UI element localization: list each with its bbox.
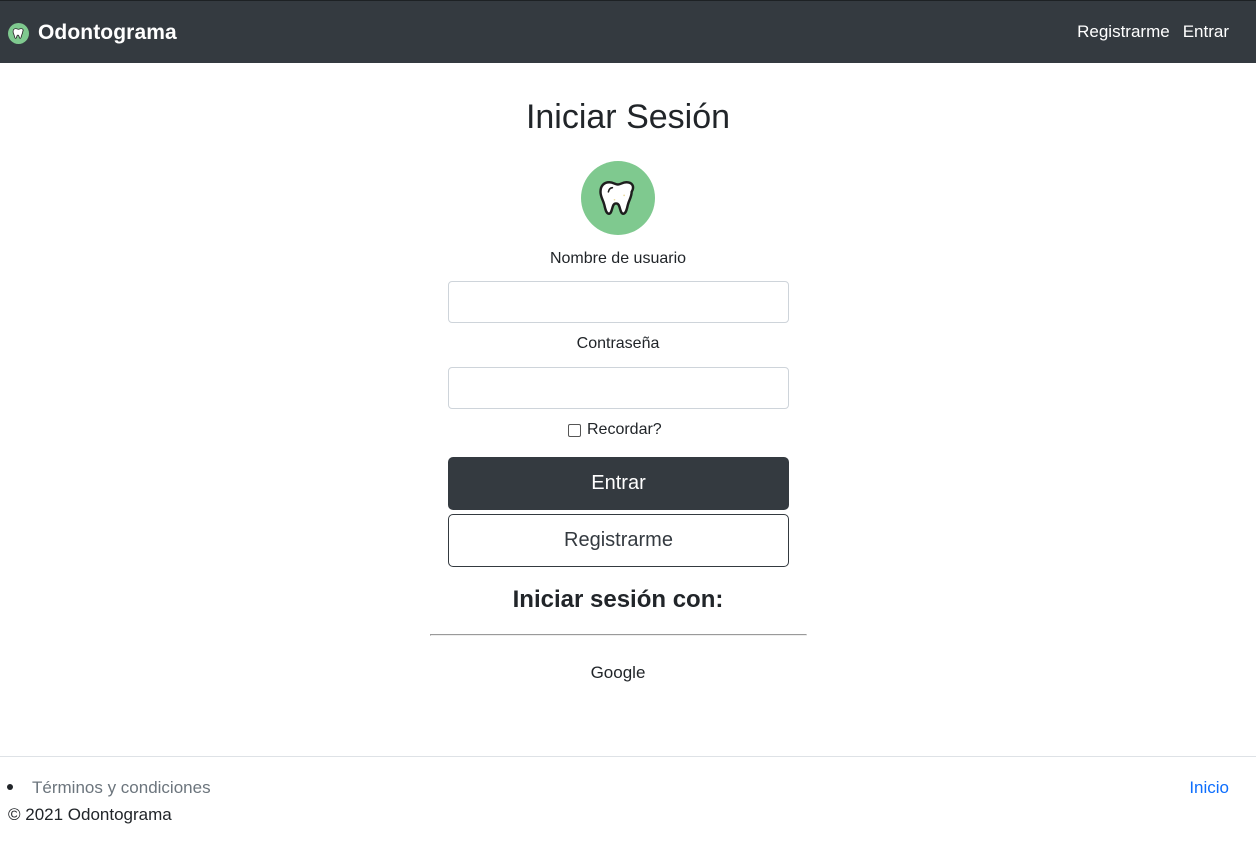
nav-register-link[interactable]: Registrarme (1077, 22, 1170, 42)
home-link[interactable]: Inicio (1189, 778, 1229, 798)
nav-login-link[interactable]: Entrar (1183, 22, 1229, 42)
brand-name: Odontograma (38, 21, 177, 44)
register-button[interactable]: Registrarme (448, 514, 789, 567)
password-input[interactable] (448, 367, 789, 409)
login-button[interactable]: Entrar (448, 457, 789, 510)
remember-label: Recordar? (587, 421, 662, 438)
divider (430, 634, 807, 636)
page-title: Iniciar Sesión (525, 98, 731, 136)
bullet (7, 784, 13, 790)
google-login-link[interactable]: Google (0, 663, 1236, 683)
remember-checkbox-group: Recordar? (568, 421, 662, 439)
tooth-icon (8, 22, 29, 44)
username-label: Nombre de usuario (549, 250, 687, 267)
terms-link[interactable]: Términos y condiciones (32, 778, 211, 798)
brand-link[interactable]: Odontograma (8, 21, 177, 45)
nav-links: Registrarme Entrar (1077, 22, 1229, 42)
copyright-text: © 2021 Odontograma (8, 805, 172, 824)
footer: Términos y condiciones © 2021 Odontogram… (0, 756, 1256, 842)
username-input[interactable] (448, 281, 789, 323)
navbar: Odontograma Registrarme Entrar (0, 0, 1256, 63)
password-label: Contraseña (576, 335, 660, 352)
tooth-icon (581, 161, 655, 235)
remember-checkbox[interactable] (568, 423, 581, 437)
external-login-title: Iniciar sesión con: (512, 586, 724, 613)
